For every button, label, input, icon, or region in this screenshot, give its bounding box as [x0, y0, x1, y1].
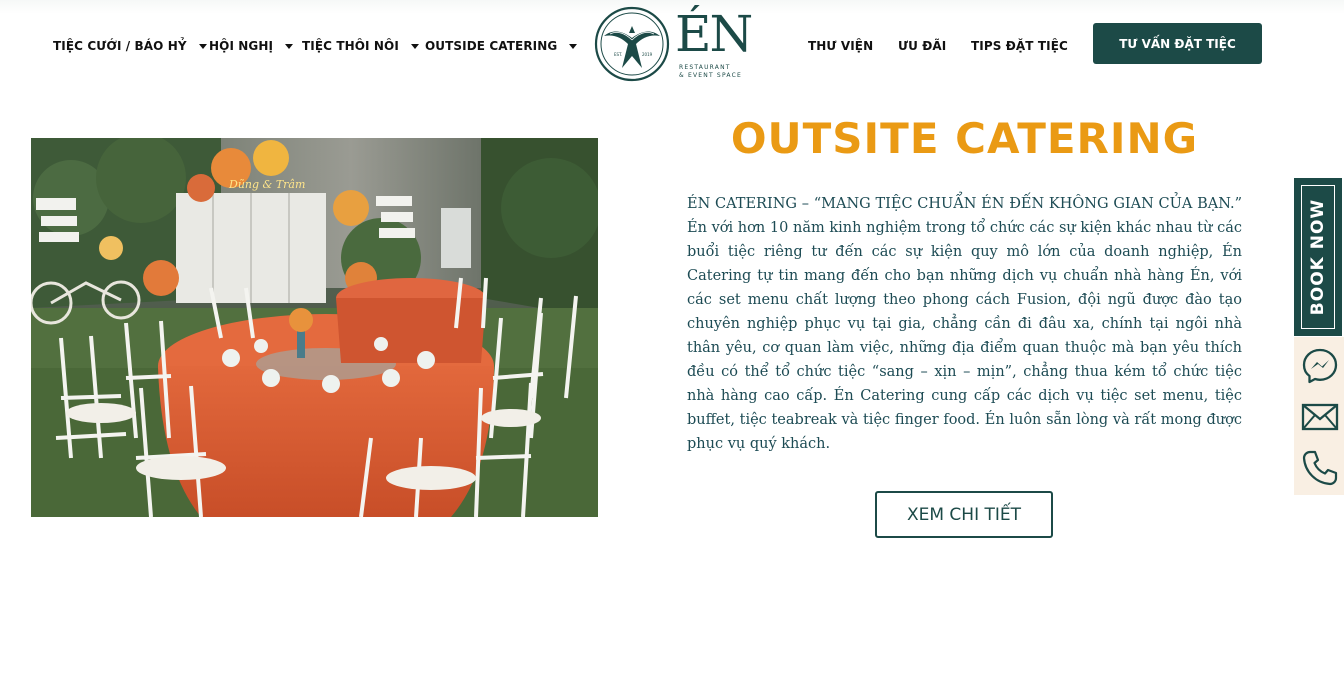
book-now-label: BOOK NOW — [1308, 198, 1328, 316]
messenger-icon[interactable] — [1301, 347, 1339, 385]
logo-wordmark: ÉN — [675, 5, 753, 63]
chevron-down-icon — [410, 44, 419, 49]
nav-item-booking-tips[interactable]: TIPS ĐẶT TIỆC — [971, 38, 1068, 54]
mail-icon[interactable] — [1301, 398, 1339, 436]
nav-item-wedding[interactable]: TIỆC CƯỚI / BÁO HỶ — [53, 38, 207, 54]
consult-booking-button[interactable]: TƯ VẤN ĐẶT TIỆC — [1093, 23, 1262, 64]
logo-est: EST. — [614, 52, 622, 57]
logo-subtitle: RESTAURANT & EVENT SPACE — [679, 64, 742, 80]
nav-label: HỘI NGHỊ — [209, 39, 274, 53]
logo-year: 2019 — [642, 52, 653, 57]
nav-label: TIỆC THÔI NÔI — [302, 39, 399, 53]
chevron-down-icon — [285, 44, 294, 49]
nav-item-outside-catering[interactable]: OUTSIDE CATERING — [425, 38, 578, 54]
chevron-down-icon — [569, 44, 578, 49]
swallow-bird-emblem-icon: EST. 2019 — [594, 6, 670, 82]
brand-logo[interactable]: EST. 2019 ÉN RESTAURANT & EVENT SPACE — [594, 5, 753, 82]
page-title: OUTSITE CATERING — [730, 114, 1199, 163]
nav-label: THƯ VIỆN — [808, 39, 874, 53]
book-now-button[interactable]: BOOK NOW — [1294, 178, 1342, 336]
catering-photo: Dũng & Trâm — [31, 138, 598, 517]
nav-item-gallery[interactable]: THƯ VIỆN — [808, 38, 873, 54]
nav-label: OUTSIDE CATERING — [425, 39, 558, 53]
nav-item-conference[interactable]: HỘI NGHỊ — [209, 38, 294, 54]
nav-label: TIỆC CƯỚI / BÁO HỶ — [53, 39, 187, 53]
view-details-button[interactable]: XEM CHI TIẾT — [875, 491, 1053, 538]
nav-label: TIPS ĐẶT TIỆC — [971, 39, 1068, 53]
phone-icon[interactable] — [1301, 449, 1339, 487]
logo-subtitle-line1: RESTAURANT — [679, 64, 731, 71]
nav-item-first-birthday[interactable]: TIỆC THÔI NÔI — [302, 38, 419, 54]
nav-label: ƯU ĐÃI — [898, 39, 947, 53]
catering-description: ÉN CATERING – “MANG TIỆC CHUẨN ÉN ĐẾN KH… — [687, 196, 1242, 452]
chevron-down-icon — [198, 44, 207, 49]
contact-sidebar — [1294, 337, 1344, 495]
nav-item-offers[interactable]: ƯU ĐÃI — [898, 38, 946, 54]
photo-couple-sign: Dũng & Trâm — [228, 178, 305, 191]
logo-subtitle-line2: & EVENT SPACE — [679, 72, 742, 79]
